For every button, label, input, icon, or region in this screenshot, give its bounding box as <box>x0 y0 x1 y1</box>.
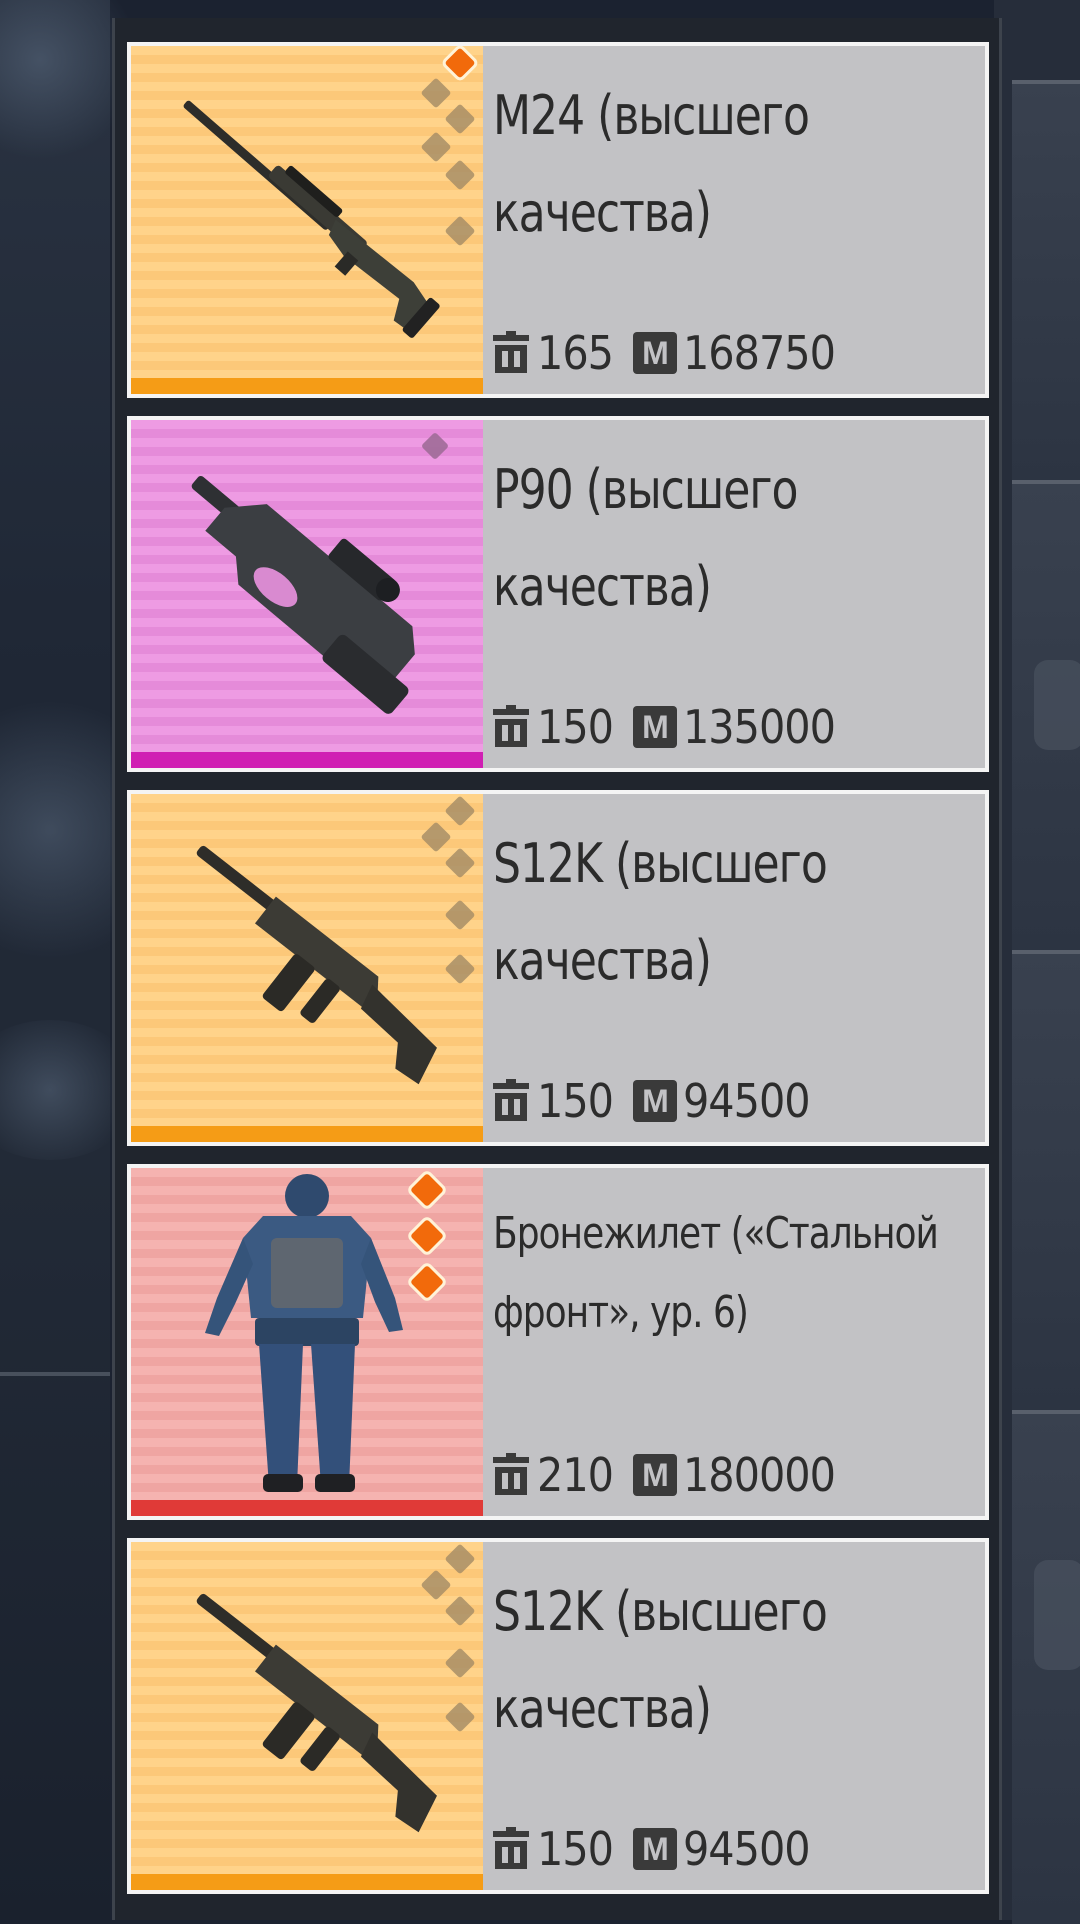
smg-p90-icon <box>191 476 415 714</box>
item-price: 94500 <box>682 1822 811 1876</box>
weight-icon <box>493 1827 529 1869</box>
item-price: 168750 <box>682 326 836 380</box>
weight-icon <box>493 331 529 373</box>
item-stats: 210 M 180000 <box>491 1448 836 1502</box>
weight-icon <box>493 1453 529 1495</box>
background-scene-right <box>994 0 1080 1924</box>
item-price: 180000 <box>682 1448 836 1502</box>
item-thumbnail <box>131 46 483 394</box>
money-icon: M <box>632 1454 677 1496</box>
item-weight: 150 <box>537 1074 614 1128</box>
item-price: 94500 <box>682 1074 811 1128</box>
rarity-bar <box>131 752 483 768</box>
item-stats: 150 M 94500 <box>491 1074 811 1128</box>
armor-suit-icon <box>205 1174 403 1492</box>
item-info: M24 (высшего качества) 165 M 168750 <box>483 46 985 394</box>
item-weight: 150 <box>537 1822 614 1876</box>
item-card[interactable]: S12K (высшего качества) 150 M 94500 <box>127 790 989 1146</box>
item-card[interactable]: P90 (высшего качества) 150 M 135000 <box>127 416 989 772</box>
item-info: Бронежилет («Стальной фронт», ур. 6) 210… <box>483 1168 985 1516</box>
rarity-bar <box>131 1126 483 1142</box>
item-weight: 165 <box>537 326 614 380</box>
item-weight: 210 <box>537 1448 614 1502</box>
item-name: M24 (высшего качества) <box>493 84 810 245</box>
item-name: S12K (высшего качества) <box>493 832 828 993</box>
item-card[interactable]: M24 (высшего качества) 165 M 168750 <box>127 42 989 398</box>
item-weight: 150 <box>537 700 614 754</box>
money-icon: M <box>632 1828 677 1870</box>
money-icon: M <box>632 706 677 748</box>
money-icon: M <box>632 332 677 374</box>
weight-icon <box>493 705 529 747</box>
item-thumbnail <box>131 420 483 768</box>
item-info: S12K (высшего качества) 150 M 94500 <box>483 794 985 1142</box>
item-price: 135000 <box>682 700 836 754</box>
weight-icon <box>493 1079 529 1121</box>
item-thumbnail <box>131 1542 483 1890</box>
item-stats: 150 M 94500 <box>491 1822 811 1876</box>
item-card[interactable]: S12K (высшего качества) 150 M 94500 <box>127 1538 989 1894</box>
inventory-panel: M24 (высшего качества) 165 M 168750 P90 … <box>112 18 1002 1920</box>
item-name: P90 (высшего качества) <box>493 458 799 619</box>
rarity-bar <box>131 1874 483 1890</box>
item-thumbnail <box>131 794 483 1142</box>
item-info: S12K (высшего качества) 150 M 94500 <box>483 1542 985 1890</box>
item-info: P90 (высшего качества) 150 M 135000 <box>483 420 985 768</box>
money-icon: M <box>632 1080 677 1122</box>
item-card[interactable]: Бронежилет («Стальной фронт», ур. 6) 210… <box>127 1164 989 1520</box>
background-scene-left <box>0 0 180 1920</box>
item-thumbnail <box>131 1168 483 1516</box>
item-stats: 150 M 135000 <box>491 700 836 754</box>
rarity-bar <box>131 378 483 394</box>
rarity-bar <box>131 1500 483 1516</box>
item-stats: 165 M 168750 <box>491 326 836 380</box>
item-name: S12K (высшего качества) <box>493 1580 828 1741</box>
item-name: Бронежилет («Стальной фронт», ур. 6) <box>493 1208 939 1339</box>
